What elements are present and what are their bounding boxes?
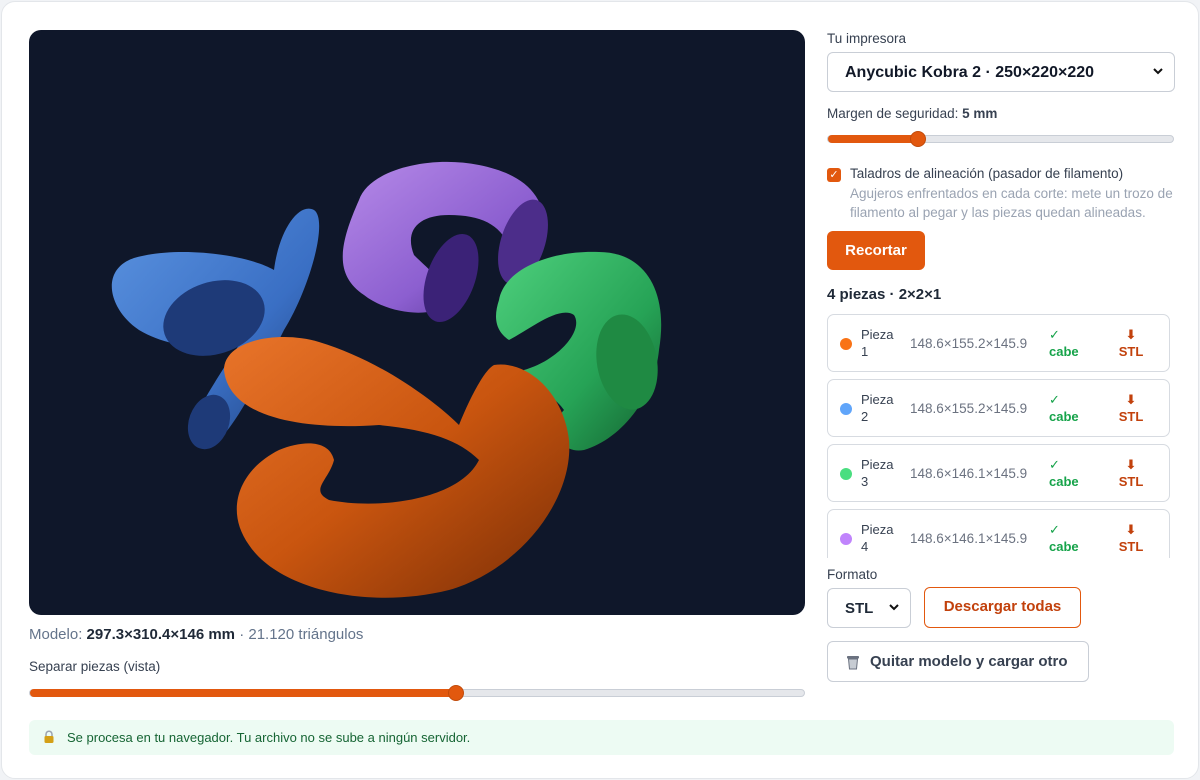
model-info-label: Modelo:	[29, 626, 83, 643]
model-render	[111, 161, 662, 598]
remove-model-label: Quitar modelo y cargar otro	[870, 653, 1068, 670]
piece-name: Pieza 1	[861, 327, 894, 359]
format-select[interactable]: STL	[827, 588, 911, 628]
alignment-help: Agujeros enfrentados en cada corte: mete…	[850, 186, 1173, 220]
checkmark-icon: ✓	[1049, 522, 1060, 537]
slider-thumb[interactable]	[447, 685, 464, 701]
checkmark-icon: ✓	[1049, 457, 1060, 472]
piece-row: Pieza 2 148.6×155.2×145.9 ✓ cabe ⬇ STL	[827, 379, 1170, 437]
piece-row: Pieza 3 148.6×146.1×145.9 ✓ cabe ⬇ STL	[827, 444, 1170, 502]
trash-icon	[847, 656, 859, 670]
piece-name: Pieza 3	[861, 457, 894, 489]
lock-icon	[44, 730, 54, 743]
alignment-title: Taladros de alineación (pasador de filam…	[850, 166, 1124, 181]
separate-pieces-slider[interactable]	[29, 685, 805, 701]
piece-row: Pieza 4 148.6×146.1×145.9 ✓ cabe ⬇ STL	[827, 509, 1170, 558]
piece-dimensions: 148.6×146.1×145.9	[910, 531, 1028, 546]
slider-fill	[828, 135, 918, 143]
model-dimensions: 297.3×310.4×146 mm	[86, 626, 236, 643]
format-selected: STL	[845, 600, 874, 617]
margin-label-text: Margen de seguridad:	[827, 106, 959, 121]
separate-pieces-label: Separar piezas (vista)	[29, 659, 161, 674]
download-label: STL	[1118, 409, 1144, 424]
piece-color-dot	[840, 533, 852, 545]
slider-fill	[30, 689, 456, 697]
piece-row: Pieza 1 148.6×155.2×145.9 ✓ cabe ⬇ STL	[827, 314, 1170, 372]
download-stl-button[interactable]: ⬇ STL	[1116, 391, 1146, 425]
format-label: Formato	[827, 567, 878, 582]
piece-orange-shape	[224, 337, 570, 598]
model-info: Modelo: 297.3×310.4×146 mm · 21.120 triá…	[29, 626, 363, 643]
download-stl-button[interactable]: ⬇ STL	[1116, 456, 1146, 490]
download-icon: ⬇	[1125, 327, 1137, 342]
download-label: STL	[1118, 344, 1144, 359]
margin-slider[interactable]	[827, 131, 1174, 147]
fit-status: ✓ cabe	[1049, 456, 1079, 490]
checkmark-icon: ✓	[1049, 327, 1060, 342]
piece-dimensions: 148.6×155.2×145.9	[910, 336, 1028, 351]
fit-label: cabe	[1049, 474, 1079, 489]
chevron-down-icon	[889, 604, 899, 611]
margin-label: Margen de seguridad: 5 mm	[827, 106, 997, 121]
fit-label: cabe	[1049, 344, 1079, 359]
model-triangles: · 21.120 triángulos	[239, 626, 364, 643]
download-label: STL	[1118, 539, 1144, 554]
fit-status: ✓ cabe	[1049, 521, 1079, 555]
piece-color-dot	[840, 468, 852, 480]
pieces-summary: 4 piezas · 2×2×1	[827, 286, 942, 303]
download-icon: ⬇	[1125, 522, 1137, 537]
piece-dimensions: 148.6×146.1×145.9	[910, 466, 1028, 481]
piece-color-dot	[840, 403, 852, 415]
piece-list[interactable]: Pieza 1 148.6×155.2×145.9 ✓ cabe ⬇ STL Pie…	[827, 314, 1171, 558]
download-stl-button[interactable]: ⬇ STL	[1116, 326, 1146, 360]
app-card: Modelo: 297.3×310.4×146 mm · 21.120 triá…	[1, 1, 1199, 779]
chevron-down-icon	[1153, 68, 1163, 75]
slider-thumb[interactable]	[909, 131, 926, 147]
alignment-checkbox[interactable]: ✓	[827, 168, 841, 182]
piece-name: Pieza 4	[861, 522, 894, 554]
download-label: STL	[1118, 474, 1144, 489]
printer-selected: Anycubic Kobra 2 · 250×220×220	[845, 64, 1095, 81]
piece-color-dot	[840, 338, 852, 350]
download-all-button[interactable]: Descargar todas	[924, 587, 1081, 628]
checkmark-icon: ✓	[829, 169, 839, 181]
privacy-notice: Se procesa en tu navegador. Tu archivo n…	[29, 720, 1174, 755]
printer-select[interactable]: Anycubic Kobra 2 · 250×220×220	[827, 52, 1175, 92]
3d-viewer[interactable]	[29, 30, 805, 615]
download-icon: ⬇	[1125, 457, 1137, 472]
remove-model-button[interactable]: Quitar modelo y cargar otro	[827, 641, 1089, 682]
piece-name: Pieza 2	[861, 392, 894, 424]
privacy-notice-text: Se procesa en tu navegador. Tu archivo n…	[67, 730, 471, 745]
download-stl-button[interactable]: ⬇ STL	[1116, 521, 1146, 555]
fit-label: cabe	[1049, 409, 1079, 424]
margin-value: 5 mm	[962, 106, 998, 121]
fit-status: ✓ cabe	[1049, 326, 1079, 360]
printer-label: Tu impresora	[827, 31, 907, 46]
download-icon: ⬇	[1125, 392, 1137, 407]
fit-status: ✓ cabe	[1049, 391, 1079, 425]
piece-dimensions: 148.6×155.2×145.9	[910, 401, 1028, 416]
cut-button[interactable]: Recortar	[827, 231, 925, 270]
fit-label: cabe	[1049, 539, 1079, 554]
checkmark-icon: ✓	[1049, 392, 1060, 407]
